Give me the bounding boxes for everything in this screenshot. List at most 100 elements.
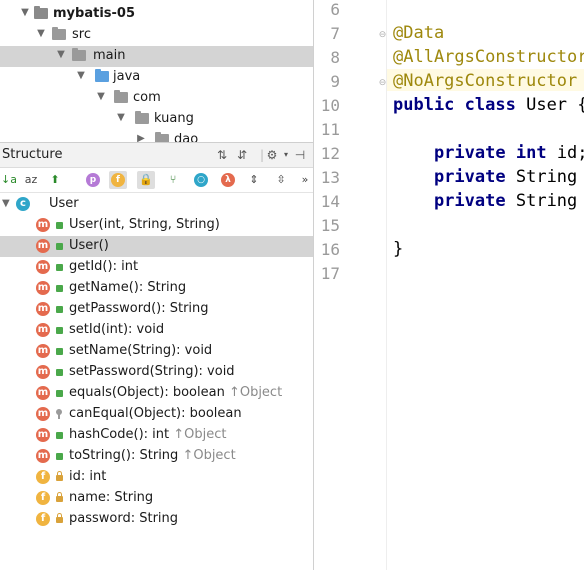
structure-method-item[interactable]: m User(int, String, String)	[0, 215, 313, 236]
more-icon[interactable]: »	[296, 171, 313, 189]
member-label: setPassword(String): void	[69, 364, 235, 379]
line-number: 16	[320, 240, 340, 259]
code-line[interactable]: private String name;	[393, 167, 584, 187]
sort-alphabetically-icon[interactable]: az	[22, 171, 40, 189]
method-icon: m	[36, 386, 50, 400]
expand-icon[interactable]: ⇕	[245, 171, 263, 189]
structure-method-item[interactable]: m toString(): String ↑Object	[0, 446, 313, 467]
chevron-down-icon[interactable]: ▼	[36, 29, 46, 39]
code-line[interactable]: private String password;	[393, 191, 584, 211]
structure-field-item[interactable]: f id: int	[0, 467, 313, 488]
tree-item-mybatis-05[interactable]: ▼ mybatis-05	[0, 4, 313, 25]
keyword: private	[433, 191, 506, 211]
structure-method-item[interactable]: m canEqual(Object): boolean	[0, 404, 313, 425]
expand-all-icon[interactable]: ⇅	[215, 148, 229, 162]
package-private-icon	[56, 409, 62, 419]
member-label: getPassword(): String	[69, 301, 209, 316]
collapse-icon[interactable]: ⇳	[272, 171, 290, 189]
structure-title: Structure	[2, 147, 63, 162]
fold-icon[interactable]: ⊖	[378, 30, 387, 41]
tree-item-label: kuang	[154, 111, 194, 126]
line-number: 15	[320, 216, 340, 235]
tree-item-label: dao	[174, 132, 199, 142]
line-number: 14	[320, 192, 340, 211]
dropdown-icon[interactable]: ▾	[279, 148, 293, 162]
collapse-all-icon[interactable]: ⇵	[235, 148, 249, 162]
method-icon: m	[36, 365, 50, 379]
structure-method-item[interactable]: m hashCode(): int ↑Object	[0, 425, 313, 446]
hide-panel-icon[interactable]: ⊣	[293, 148, 307, 162]
code-line[interactable]: @AllArgsConstructor	[393, 47, 584, 67]
show-lambda-icon[interactable]: λ	[221, 173, 235, 187]
method-icon: m	[36, 302, 50, 316]
tree-item-com[interactable]: ▼ com	[0, 88, 313, 109]
chevron-down-icon[interactable]: ▼	[56, 50, 66, 60]
fold-icon[interactable]: ⊖	[378, 78, 387, 89]
show-fields-toggle[interactable]: f	[109, 171, 127, 189]
structure-method-item[interactable]: m getName(): String	[0, 278, 313, 299]
structure-method-item[interactable]: m equals(Object): boolean ↑Object	[0, 383, 313, 404]
keyword: private	[433, 167, 506, 187]
folder-icon	[52, 27, 66, 40]
chevron-down-icon[interactable]: ▼	[76, 71, 86, 81]
code-line[interactable]: public class User {	[393, 95, 584, 115]
method-icon: m	[36, 407, 50, 421]
line-number: 13	[320, 168, 340, 187]
line-number: 7	[330, 24, 340, 43]
public-icon	[56, 348, 63, 355]
structure-method-item[interactable]: m setId(int): void	[0, 320, 313, 341]
structure-field-item[interactable]: f password: String	[0, 509, 313, 530]
field-icon: f	[36, 512, 50, 526]
code-line[interactable]: private int id;	[393, 143, 584, 163]
identifier: name;	[577, 167, 584, 187]
show-lambdas-circle-icon[interactable]: ○	[194, 173, 208, 187]
member-label: User()	[69, 238, 109, 253]
keyword: public	[393, 95, 455, 115]
tree-item-label: com	[133, 90, 161, 105]
show-inherited-icon[interactable]: ⬆	[46, 171, 64, 189]
tree-item-main[interactable]: ▼ main	[0, 46, 313, 67]
show-anonymous-icon[interactable]: ⑂	[164, 171, 182, 189]
member-label: hashCode(): int ↑Object	[69, 427, 227, 442]
chevron-right-icon[interactable]: ▶	[136, 134, 146, 143]
member-label: equals(Object): boolean ↑Object	[69, 385, 283, 400]
gear-icon[interactable]: ⚙	[265, 148, 279, 162]
chevron-down-icon[interactable]: ▼	[116, 113, 126, 123]
structure-method-item[interactable]: m getPassword(): String	[0, 299, 313, 320]
tree-item-src[interactable]: ▼ src	[0, 25, 313, 46]
line-number: 17	[320, 264, 340, 283]
tree-item-label: java	[113, 69, 141, 84]
tree-item-kuang[interactable]: ▼ kuang	[0, 109, 313, 130]
structure-method-item[interactable]: m setPassword(String): void	[0, 362, 313, 383]
chevron-down-icon[interactable]: ▼	[20, 8, 30, 18]
show-properties-icon[interactable]: p	[86, 173, 100, 187]
tree-item-java[interactable]: ▼ java	[0, 67, 313, 88]
code-line[interactable]: @NoArgsConstructor	[393, 71, 577, 91]
structure-toolbar: ↓a az ⬆ p f 🔒 ⑂ ○ λ ⇕ ⇳ »	[0, 168, 313, 193]
structure-method-item[interactable]: m User()	[0, 236, 313, 257]
code-line[interactable]: @Data	[393, 23, 444, 43]
class-icon: c	[16, 197, 30, 211]
method-icon: m	[36, 239, 50, 253]
tree-item-label: mybatis-05	[53, 6, 135, 21]
method-icon: m	[36, 281, 50, 295]
tree-item-dao[interactable]: ▶ dao	[0, 130, 313, 142]
chevron-down-icon[interactable]: ▼	[2, 199, 12, 209]
structure-field-item[interactable]: f name: String	[0, 488, 313, 509]
class-name: User	[49, 196, 79, 211]
package-icon	[155, 132, 169, 142]
structure-class-row[interactable]: ▼ c User	[0, 194, 313, 215]
sort-by-type-icon[interactable]: ↓a	[0, 171, 18, 189]
member-label: canEqual(Object): boolean	[69, 406, 242, 421]
identifier: User {	[515, 95, 584, 115]
show-non-public-icon[interactable]: 🔒	[137, 171, 155, 189]
chevron-down-icon[interactable]: ▼	[96, 92, 106, 102]
code-editor[interactable]: 6 7 ⊖ @Data 8 @AllArgsConstructor 9 ⊖ @NoArgsCon…	[314, 0, 584, 570]
structure-method-item[interactable]: m getId(): int	[0, 257, 313, 278]
code-line[interactable]: }	[393, 239, 403, 259]
structure-method-item[interactable]: m setName(String): void	[0, 341, 313, 362]
